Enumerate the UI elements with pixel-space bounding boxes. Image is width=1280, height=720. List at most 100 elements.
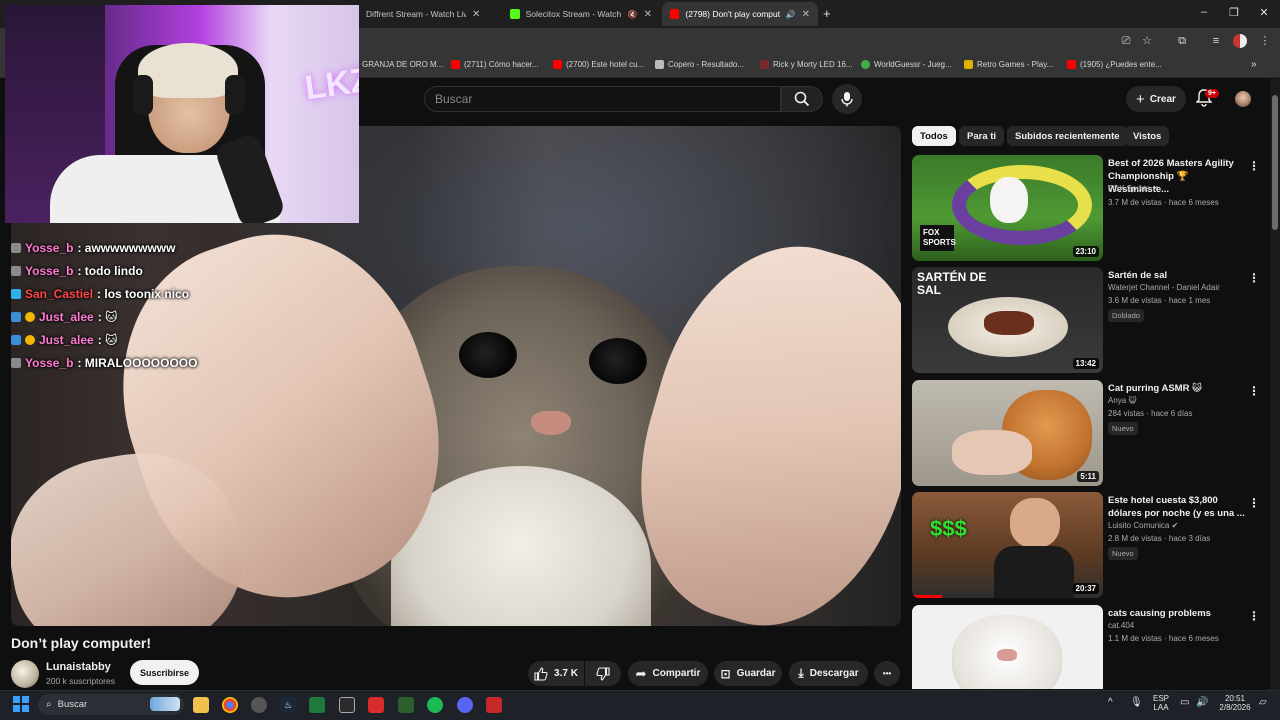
- tab-youtube-active[interactable]: (2798) Don't play compute 🔊 ✕: [662, 2, 818, 26]
- spotify-icon[interactable]: [427, 697, 443, 713]
- bookmark-star-icon[interactable]: ☆: [1140, 34, 1154, 48]
- channel-name[interactable]: Waterjet Channel - Daniel Adair: [1108, 283, 1220, 292]
- chat-message: San_Castiel : los toonix nico: [11, 282, 311, 305]
- video-title[interactable]: Este hotel cuesta $3,800 dólares por noc…: [1108, 494, 1246, 520]
- video-thumbnail[interactable]: FOX SPORTS 23:10: [912, 155, 1103, 261]
- chat-badge-icon: [11, 334, 21, 345]
- more-options-icon[interactable]: ⋮: [1248, 384, 1260, 398]
- chip-todos[interactable]: Todos: [912, 126, 956, 146]
- recommendation-item[interactable]: FOX SPORTS 23:10 Best of 2026 Masters Ag…: [912, 155, 1260, 265]
- network-icon[interactable]: ▭: [1180, 697, 1189, 708]
- windows-start-icon[interactable]: [13, 696, 29, 712]
- muted-icon[interactable]: 🔇: [628, 10, 638, 19]
- chip-vistos[interactable]: Vistos: [1125, 126, 1170, 146]
- steam-icon[interactable]: ♨: [280, 697, 296, 713]
- audio-icon[interactable]: 🔊: [786, 10, 796, 19]
- app-icon[interactable]: [486, 697, 502, 713]
- share-button[interactable]: ➦ Compartir: [628, 661, 708, 686]
- channel-name[interactable]: cat.404: [1108, 621, 1134, 630]
- volume-icon[interactable]: 🔊: [1196, 697, 1208, 708]
- channel-avatar[interactable]: [11, 660, 39, 688]
- close-tab-icon[interactable]: ✕: [802, 9, 810, 20]
- bookmark-item[interactable]: Retro Games - Play...: [964, 60, 1053, 69]
- extensions-icon[interactable]: ⧉: [1175, 34, 1189, 48]
- video-thumbnail[interactable]: SARTÉN DE SAL 13:42: [912, 267, 1103, 373]
- chat-username: Just_alee: [39, 309, 94, 324]
- taskbar-search[interactable]: ⌕ Buscar: [38, 694, 184, 715]
- bookmarks-overflow-icon[interactable]: »: [1251, 59, 1257, 70]
- chrome-icon[interactable]: [222, 697, 238, 713]
- bookmark-item[interactable]: Rick y Morty LED 16...: [760, 60, 853, 69]
- video-thumbnail[interactable]: [912, 605, 1103, 689]
- video-meta: 2.8 M de vistas · hace 3 días: [1108, 534, 1211, 543]
- bookmark-item[interactable]: (2711) Cómo hacer...: [451, 60, 539, 69]
- voice-search-button[interactable]: [832, 84, 862, 114]
- tab-diffrent-stream[interactable]: Diffrent Stream - Watch Liv ✕: [358, 2, 500, 26]
- app-icon[interactable]: [398, 697, 414, 713]
- app-icon[interactable]: [251, 697, 267, 713]
- search-icon: [794, 91, 810, 107]
- show-hidden-icons[interactable]: ^: [1108, 697, 1113, 708]
- subscribe-button[interactable]: Suscribirse: [130, 660, 199, 685]
- more-options-icon[interactable]: ⋮: [1248, 496, 1260, 510]
- app-icon[interactable]: [368, 697, 384, 713]
- channel-name[interactable]: Lunaistabby: [46, 661, 111, 673]
- restore-icon[interactable]: ❐: [1226, 6, 1242, 19]
- download-button[interactable]: ⤓ Descargar: [789, 661, 868, 686]
- media-control-icon[interactable]: ≡: [1209, 34, 1223, 48]
- discord-icon[interactable]: [457, 697, 473, 713]
- bookmark-item[interactable]: WorldGuessr - Jueg...: [861, 60, 952, 69]
- tab-solecitox-stream[interactable]: Solecitox Stream - Watch Li 🔇 ✕: [502, 2, 660, 26]
- microphone-icon[interactable]: 🎙: [1130, 697, 1143, 708]
- recommendation-item[interactable]: 5:11 Cat purring ASMR 😺 Anya 😺 284 vista…: [912, 380, 1260, 490]
- save-button[interactable]: ⊡ Guardar: [714, 661, 782, 686]
- close-tab-icon[interactable]: ✕: [644, 9, 652, 20]
- bookmark-item[interactable]: GRANJA DE ORO M...: [362, 60, 443, 69]
- close-window-icon[interactable]: ✕: [1256, 6, 1272, 19]
- bookmark-label: Rick y Morty LED 16...: [773, 60, 853, 69]
- recommendation-item[interactable]: $$$ 20:37 Este hotel cuesta $3,800 dólar…: [912, 492, 1260, 602]
- search-input[interactable]: Buscar: [424, 86, 781, 112]
- file-explorer-icon[interactable]: [193, 697, 209, 713]
- scrollbar-thumb[interactable]: [1272, 95, 1278, 230]
- cast-icon[interactable]: ⎚: [1119, 34, 1133, 48]
- channel-name[interactable]: Luisito Comunica ✔: [1108, 521, 1178, 530]
- notification-center-icon[interactable]: ▱: [1259, 697, 1267, 708]
- chip-subidos-recientemente[interactable]: Subidos recientemente: [1007, 126, 1128, 146]
- close-tab-icon[interactable]: ✕: [472, 9, 480, 20]
- more-options-icon[interactable]: ⋮: [1248, 271, 1260, 285]
- cat-nose: [997, 649, 1017, 661]
- channel-name[interactable]: Anya 😺: [1108, 396, 1137, 405]
- account-avatar[interactable]: [1235, 91, 1251, 107]
- video-title[interactable]: Cat purring ASMR 😺: [1108, 382, 1246, 395]
- video-title[interactable]: Sartén de sal: [1108, 269, 1246, 282]
- recommendation-item[interactable]: SARTÉN DE SAL 13:42 Sartén de sal Waterj…: [912, 267, 1260, 377]
- search-button[interactable]: [781, 86, 823, 112]
- video-thumbnail[interactable]: $$$ 20:37: [912, 492, 1103, 598]
- bookmark-item[interactable]: (1905) ¿Puedes ente...: [1067, 60, 1162, 69]
- minimize-icon[interactable]: –: [1196, 6, 1212, 18]
- like-button[interactable]: 3.7 K: [528, 661, 584, 686]
- more-options-icon[interactable]: ⋮: [1248, 609, 1257, 623]
- video-title: Don’t play computer!: [11, 635, 152, 651]
- menu-kebab-icon[interactable]: ⋮: [1258, 34, 1272, 48]
- language-indicator[interactable]: ESP LAA: [1150, 694, 1172, 712]
- thumbnail-text: $$$: [930, 516, 967, 541]
- app-icon[interactable]: [339, 697, 355, 713]
- profile-avatar-icon[interactable]: [1233, 34, 1247, 48]
- chat-badge-icon: [11, 357, 21, 368]
- video-thumbnail[interactable]: 5:11: [912, 380, 1103, 486]
- bookmark-item[interactable]: Copero - Resultado...: [655, 60, 744, 69]
- more-actions-button[interactable]: •••: [874, 661, 900, 686]
- video-title[interactable]: cats causing problems: [1108, 607, 1246, 620]
- new-tab-button[interactable]: +: [823, 6, 831, 21]
- channel-name[interactable]: FOX Sports ✔: [1108, 184, 1159, 193]
- chip-para-ti[interactable]: Para ti: [959, 126, 1005, 146]
- clock[interactable]: 20:51 2/8/2026: [1216, 694, 1254, 712]
- dislike-button[interactable]: [585, 661, 621, 686]
- app-icon[interactable]: [309, 697, 325, 713]
- create-button[interactable]: + Crear: [1126, 86, 1186, 112]
- bookmark-item[interactable]: (2700) Este hotel cu...: [553, 60, 644, 69]
- more-options-icon[interactable]: ⋮: [1248, 159, 1260, 173]
- recommendation-item[interactable]: cats causing problems cat.404 1.1 M de v…: [912, 605, 1257, 689]
